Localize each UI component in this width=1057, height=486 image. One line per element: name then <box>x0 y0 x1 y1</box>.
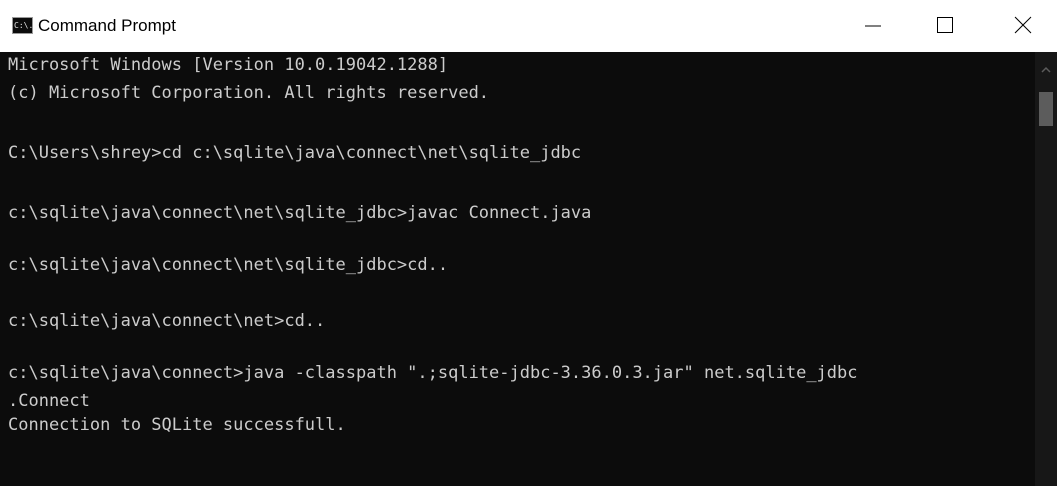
command-prompt-window: C:\. Command Prompt Microsoft Windows [V… <box>0 0 1057 486</box>
maximize-icon <box>937 17 953 33</box>
console-output[interactable]: Microsoft Windows [Version 10.0.19042.12… <box>0 52 1035 486</box>
console-line: c:\sqlite\java\connect\net\sqlite_jdbc>c… <box>8 255 449 275</box>
close-button[interactable] <box>1000 0 1046 52</box>
console-line: Connection to SQLite successfull. <box>8 415 346 435</box>
console-line: C:\Users\shrey>cd c:\sqlite\java\connect… <box>8 143 582 163</box>
cmd-icon: C:\. <box>12 17 33 34</box>
minimize-icon <box>865 25 881 27</box>
close-icon <box>1014 16 1032 34</box>
title-bar[interactable]: C:\. Command Prompt <box>0 0 1057 52</box>
console-line: .Connect <box>8 391 90 411</box>
console-line: Microsoft Windows [Version 10.0.19042.12… <box>8 55 449 75</box>
vertical-scrollbar[interactable] <box>1035 52 1057 486</box>
scroll-up-button[interactable] <box>1035 52 1057 92</box>
window-title: Command Prompt <box>38 16 176 35</box>
maximize-button[interactable] <box>922 0 968 52</box>
console-line: c:\sqlite\java\connect>java -classpath "… <box>8 363 858 383</box>
console-line: c:\sqlite\java\connect\net>cd.. <box>8 311 326 331</box>
console-line: (c) Microsoft Corporation. All rights re… <box>8 83 490 103</box>
chevron-up-icon <box>1041 66 1051 73</box>
console-line: c:\sqlite\java\connect\net\sqlite_jdbc>j… <box>8 203 592 223</box>
minimize-button[interactable] <box>850 0 896 52</box>
scrollbar-thumb[interactable] <box>1039 92 1053 126</box>
